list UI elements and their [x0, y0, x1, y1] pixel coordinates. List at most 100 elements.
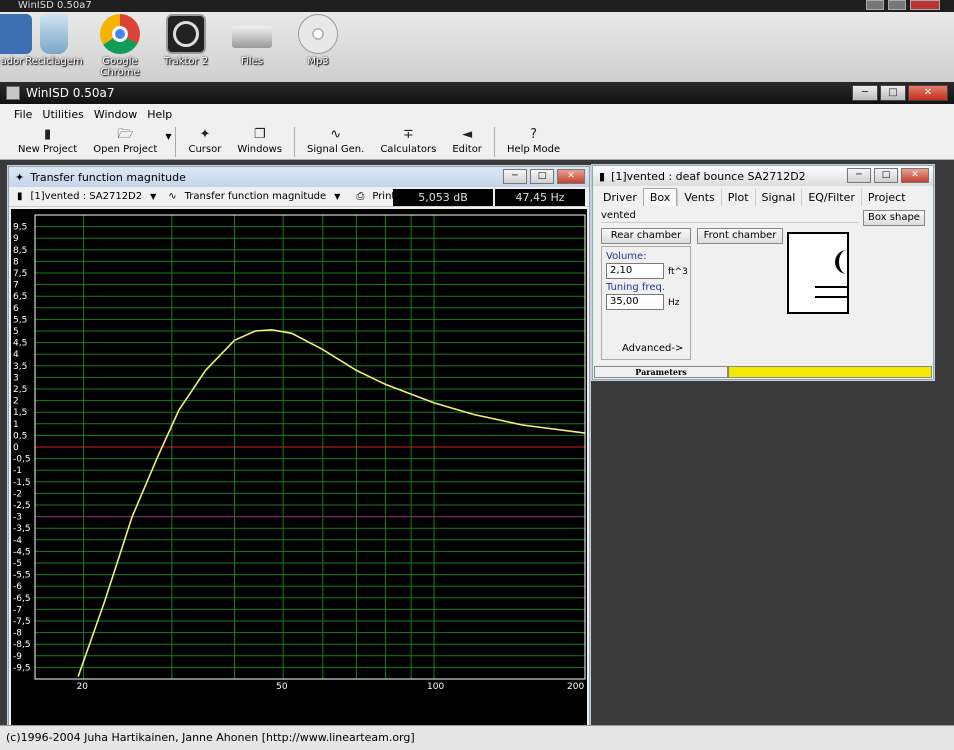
box-tabs: Driver Box Vents Plot Signal EQ/Filter P… — [593, 186, 933, 206]
new-project-button[interactable]: ▮ New Project — [10, 126, 85, 159]
close-icon[interactable] — [910, 0, 940, 10]
print-button[interactable]: Print — [372, 191, 395, 202]
minimize-button[interactable]: ─ — [503, 169, 527, 184]
calculators-button[interactable]: ∓ Calculators — [372, 126, 444, 159]
y-tick-label: 4 — [13, 350, 19, 360]
volume-unit: ft^3 — [668, 267, 688, 277]
toolbar: ▮ New Project 🗁 Open Project ▼ ✦ Cursor ❐ Wi… — [0, 124, 954, 160]
y-tick-label: -4,5 — [13, 547, 31, 557]
menu-file[interactable]: File — [14, 108, 32, 121]
maximize-icon[interactable] — [888, 0, 906, 10]
y-tick-label: -3 — [13, 513, 22, 523]
y-tick-label: 1,5 — [13, 408, 27, 418]
y-tick-label: -7,5 — [13, 617, 31, 627]
desktop-icon-chrome[interactable]: Google Chrome — [88, 14, 152, 78]
minimize-button[interactable]: ─ — [847, 168, 871, 183]
cd-icon — [298, 14, 338, 54]
toolbar-label: Windows — [237, 144, 282, 155]
tab-project[interactable]: Project — [860, 189, 912, 206]
menu-help[interactable]: Help — [147, 108, 172, 121]
rear-chamber-tab[interactable]: Rear chamber — [601, 228, 691, 244]
tab-plot[interactable]: Plot — [720, 189, 755, 206]
main-titlebar: WinISD 0.50a7 ─ □ ✕ — [0, 82, 954, 104]
box-window-title: [1]vented : deaf bounce SA2712D2 — [611, 169, 806, 183]
toolbar-label: Help Mode — [506, 144, 561, 155]
minimize-icon[interactable] — [866, 0, 884, 10]
tab-eq-filter[interactable]: EQ/Filter — [801, 189, 861, 206]
y-tick-label: 6,5 — [13, 292, 27, 302]
plot-area[interactable]: 9,5 9 8,5 8 7,5 7 6,5 6 5,5 5 4,5 4 3,5 3 2,5 2 1,5 1 0,5 0… — [11, 209, 587, 750]
tab-driver[interactable]: Driver — [597, 189, 643, 206]
chevron-down-icon[interactable]: ▼ — [334, 192, 340, 201]
y-tick-label: 8 — [13, 257, 19, 267]
close-button[interactable]: ✕ — [901, 168, 929, 183]
box-diagram — [787, 232, 849, 314]
transfer-function-title: Transfer function magnitude — [30, 170, 186, 184]
signal-gen-button[interactable]: ∿ Signal Gen. — [299, 126, 372, 159]
y-tick-label: -9 — [13, 652, 22, 662]
open-folder-icon: 🗁 — [117, 127, 134, 142]
tab-signal[interactable]: Signal — [754, 189, 802, 206]
cursor-button[interactable]: ✦ Cursor — [180, 126, 229, 159]
desktop-icon-label: Traktor 2 — [163, 56, 209, 67]
minimize-button[interactable]: ─ — [852, 85, 878, 101]
toolbar-label: Calculators — [380, 144, 437, 155]
y-tick-label: -8 — [13, 629, 22, 639]
tuning-unit: Hz — [668, 298, 680, 308]
y-tick-label: -9,5 — [13, 663, 31, 673]
y-tick-label: -5 — [13, 559, 22, 569]
toolbar-separator — [294, 127, 295, 157]
y-tick-label: -5,5 — [13, 571, 31, 581]
tab-vents[interactable]: Vents — [677, 189, 720, 206]
chrome-icon — [100, 14, 140, 54]
graph-select[interactable]: Transfer function magnitude — [185, 191, 327, 202]
parameters-label: Parameters — [594, 366, 728, 378]
status-bar: (c)1996-2004 Juha Hartikainen, Janne Aho… — [0, 725, 954, 750]
editor-button[interactable]: ◄ Editor — [444, 126, 490, 159]
new-project-icon: ▮ — [44, 127, 52, 142]
y-tick-label: 2,5 — [13, 385, 27, 395]
project-select[interactable]: [1]vented : SA2712D2 — [31, 191, 143, 202]
y-tick-label: 8,5 — [13, 246, 27, 256]
volume-input[interactable]: 2,10 — [606, 263, 664, 279]
desktop-icon-label: Mp3 — [307, 56, 329, 67]
desktop-icon-recycle-bin[interactable]: Reciclagem — [22, 14, 86, 67]
close-button[interactable]: ✕ — [557, 169, 585, 184]
recycle-bin-icon — [40, 14, 68, 54]
y-tick-label: 5,5 — [13, 315, 27, 325]
drive-icon — [232, 26, 272, 48]
restore-button[interactable]: □ — [530, 169, 554, 184]
menu-utilities[interactable]: Utilities — [42, 108, 83, 121]
advanced-link[interactable]: Advanced-> — [622, 343, 683, 354]
restore-button[interactable]: □ — [874, 168, 898, 183]
transfer-function-titlebar: ✦ Transfer function magnitude ─ □ ✕ — [9, 167, 589, 187]
chevron-down-icon[interactable]: ▼ — [150, 192, 156, 201]
y-tick-label: 7 — [13, 281, 19, 291]
windows-icon: ❐ — [253, 127, 266, 142]
transfer-function-window: ✦ Transfer function magnitude ─ □ ✕ ▮ [1… — [8, 166, 590, 750]
y-tick-label: 6 — [13, 304, 19, 314]
desktop-icon-traktor[interactable]: Traktor 2 — [154, 14, 218, 67]
maximize-button[interactable]: □ — [880, 85, 906, 101]
open-project-button[interactable]: 🗁 Open Project — [85, 126, 165, 159]
calculator-icon: ∓ — [402, 127, 414, 142]
y-tick-label: 2 — [13, 397, 19, 407]
menu-window[interactable]: Window — [94, 108, 137, 121]
sine-wave-icon: ∿ — [168, 191, 177, 202]
chevron-down-icon[interactable]: ▼ — [165, 132, 171, 159]
toolbar-label: New Project — [18, 144, 78, 155]
y-tick-label: -7 — [13, 605, 22, 615]
windows-button[interactable]: ❐ Windows — [229, 126, 290, 159]
y-tick-label: 3,5 — [13, 362, 27, 372]
desktop-icon-mp3[interactable]: Mp3 — [286, 14, 350, 67]
y-tick-label: -8,5 — [13, 640, 31, 650]
box-shape-button[interactable]: Box shape — [863, 210, 925, 226]
y-tick-label: 1 — [13, 420, 19, 430]
tab-box[interactable]: Box — [642, 188, 678, 206]
desktop-icon-files[interactable]: Files — [220, 14, 284, 67]
close-button[interactable]: ✕ — [908, 85, 948, 101]
toolbar-separator — [493, 127, 495, 157]
front-chamber-tab[interactable]: Front chamber — [697, 228, 783, 244]
tuning-input[interactable]: 35,00 — [606, 294, 664, 310]
help-mode-button[interactable]: ? Help Mode — [499, 126, 568, 159]
